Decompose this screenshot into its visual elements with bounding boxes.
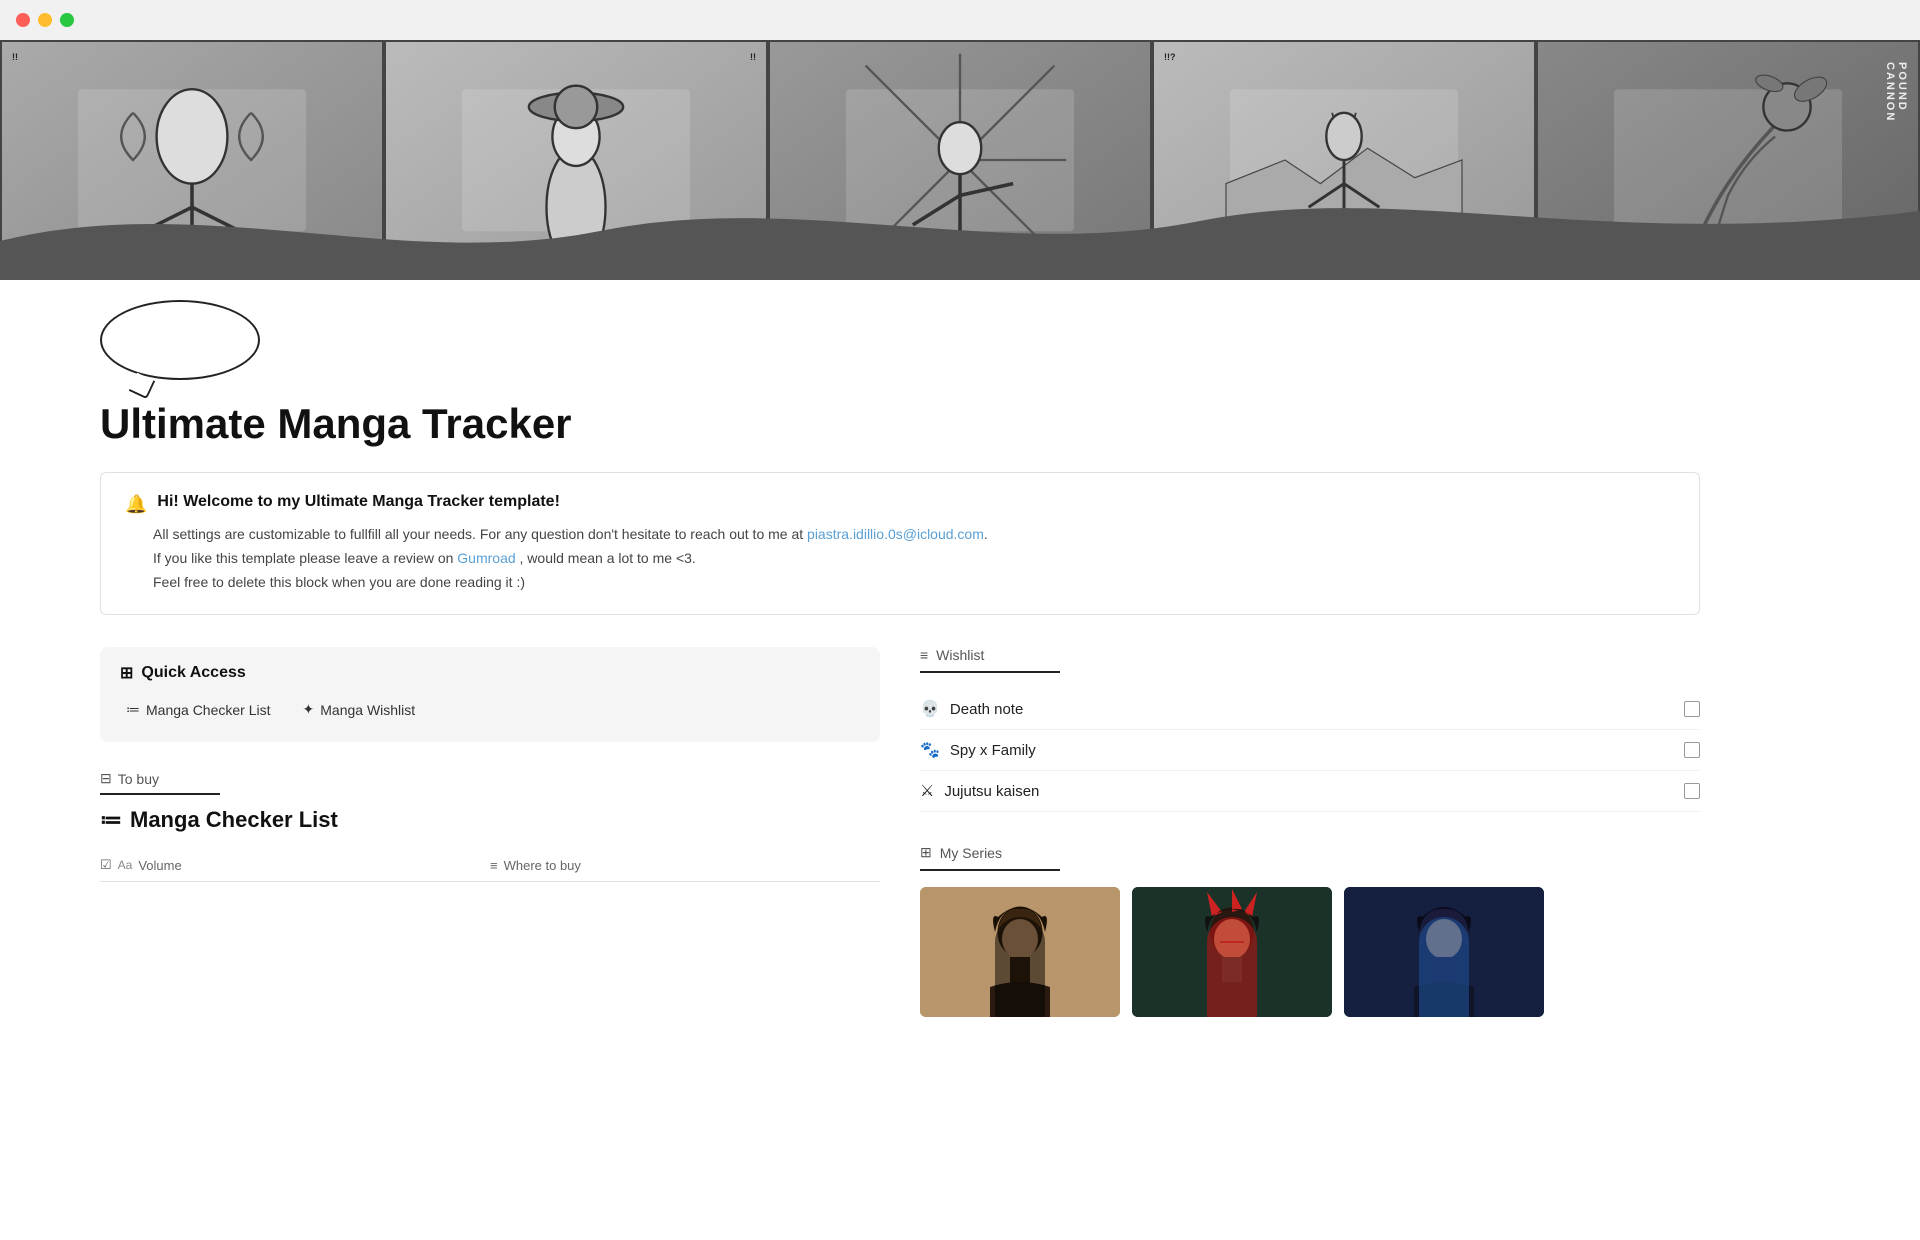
my-series-header: ⊞ My Series xyxy=(920,844,1060,871)
right-column: ≡ Wishlist 💀 Death note 🐾 Spy x Family ⚔… xyxy=(920,647,1700,1017)
series-card-death-note[interactable] xyxy=(920,887,1120,1017)
series-grid xyxy=(920,887,1700,1017)
manga-checker-list-link[interactable]: ≔ Manga Checker List xyxy=(120,697,277,722)
quick-access-label: Quick Access xyxy=(141,664,245,682)
my-series-label: My Series xyxy=(940,845,1002,861)
wave-decoration xyxy=(0,181,1920,280)
quick-access-header: ⊞ Quick Access xyxy=(120,663,860,683)
list-icon: ≔ xyxy=(126,701,140,718)
left-column: ⊞ Quick Access ≔ Manga Checker List ✦ Ma… xyxy=(100,647,880,1017)
manga-wishlist-link[interactable]: ✦ Manga Wishlist xyxy=(297,697,422,722)
to-buy-icon: ⊟ xyxy=(100,770,112,787)
spy-family-icon: 🐾 xyxy=(920,740,940,760)
email-link[interactable]: piastra.idillio.0s@icloud.com xyxy=(807,526,984,542)
hero-banner: !! !! xyxy=(0,40,1920,280)
where-to-buy-column-header: ≡ Where to buy xyxy=(490,857,880,873)
title-bar xyxy=(0,0,1920,40)
wishlist-icon: ≡ xyxy=(920,647,928,663)
maximize-button[interactable] xyxy=(60,13,74,27)
quick-access-block: ⊞ Quick Access ≔ Manga Checker List ✦ Ma… xyxy=(100,647,880,742)
volume-column-header: ☑ Aa Volume xyxy=(100,857,490,873)
wishlist-label: Wishlist xyxy=(936,647,984,663)
wishlist-item-jujutsu[interactable]: ⚔ Jujutsu kaisen xyxy=(920,771,1700,812)
spy-family-checkbox[interactable] xyxy=(1684,742,1700,758)
sparkle-icon: ✦ xyxy=(303,701,315,718)
death-note-icon: 💀 xyxy=(920,699,940,719)
close-button[interactable] xyxy=(16,13,30,27)
jujutsu-icon: ⚔ xyxy=(920,781,934,801)
my-series-icon: ⊞ xyxy=(920,844,932,861)
wishlist-section: ≡ Wishlist 💀 Death note 🐾 Spy x Family ⚔… xyxy=(920,647,1700,812)
bell-icon: 🔔 xyxy=(125,494,147,515)
series-card-3[interactable] xyxy=(1344,887,1544,1017)
wishlist-item-death-note[interactable]: 💀 Death note xyxy=(920,689,1700,730)
speech-bubble xyxy=(100,300,260,380)
quick-access-icon: ⊞ xyxy=(120,663,133,683)
gumroad-link[interactable]: Gumroad xyxy=(457,550,515,566)
page-content: Ultimate Manga Tracker 🔔 Hi! Welcome to … xyxy=(0,380,1800,1077)
spy-family-name: Spy x Family xyxy=(950,742,1684,759)
check-icon: ☑ xyxy=(100,857,112,873)
my-series-section: ⊞ My Series xyxy=(920,844,1700,1017)
info-box-line1: All settings are customizable to fullfil… xyxy=(153,523,1675,547)
info-box: 🔔 Hi! Welcome to my Ultimate Manga Track… xyxy=(100,472,1700,615)
death-note-checkbox[interactable] xyxy=(1684,701,1700,717)
heading-icon: ≔ xyxy=(100,807,122,833)
death-note-name: Death note xyxy=(950,701,1684,718)
manga-checker-heading: ≔ Manga Checker List xyxy=(100,807,880,833)
series-card-2[interactable] xyxy=(1132,887,1332,1017)
jujutsu-name: Jujutsu kaisen xyxy=(944,783,1684,800)
manga-checker-label: Manga Checker List xyxy=(146,702,271,718)
info-box-header: 🔔 Hi! Welcome to my Ultimate Manga Track… xyxy=(125,493,1675,515)
info-box-line2: If you like this template please leave a… xyxy=(153,547,1675,571)
info-box-title: Hi! Welcome to my Ultimate Manga Tracker… xyxy=(157,493,559,511)
quick-access-items: ≔ Manga Checker List ✦ Manga Wishlist xyxy=(120,697,860,722)
wishlist-header: ≡ Wishlist xyxy=(920,647,1060,673)
two-column-layout: ⊞ Quick Access ≔ Manga Checker List ✦ Ma… xyxy=(100,647,1700,1017)
menu-icon: ≡ xyxy=(490,858,498,873)
minimize-button[interactable] xyxy=(38,13,52,27)
manga-wishlist-label: Manga Wishlist xyxy=(320,702,415,718)
wishlist-item-spy-family[interactable]: 🐾 Spy x Family xyxy=(920,730,1700,771)
info-box-line3: Feel free to delete this block when you … xyxy=(153,571,1675,595)
to-buy-label: ⊟ To buy xyxy=(100,770,220,795)
table-header: ☑ Aa Volume ≡ Where to buy xyxy=(100,849,880,882)
jujutsu-checkbox[interactable] xyxy=(1684,783,1700,799)
avatar-area xyxy=(0,280,1920,380)
page-title: Ultimate Manga Tracker xyxy=(100,400,1700,448)
